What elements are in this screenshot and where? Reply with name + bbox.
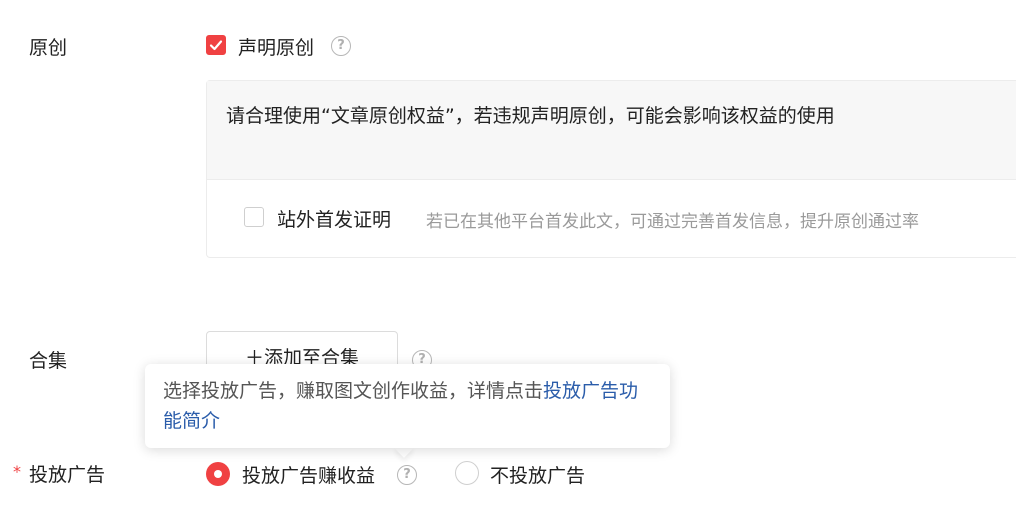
tooltip-text: 选择投放广告，赚取图文创作收益，详情点击 xyxy=(163,380,544,402)
ads-tooltip: 选择投放广告，赚取图文创作收益，详情点击投放广告功能简介 xyxy=(145,364,670,448)
original-notice-panel xyxy=(207,81,1016,180)
ads-off-label[interactable]: 不投放广告 xyxy=(490,461,585,488)
required-mark: * xyxy=(13,462,21,481)
declare-original-label[interactable]: 声明原创 xyxy=(238,33,314,60)
offsite-proof-checkbox[interactable] xyxy=(244,207,264,227)
ads-on-radio[interactable] xyxy=(206,462,230,486)
check-icon xyxy=(209,40,223,51)
ads-help-icon[interactable]: ? xyxy=(397,465,417,485)
ads-off-radio[interactable] xyxy=(455,461,479,485)
original-label: 原创 xyxy=(29,37,68,59)
declare-original-help-icon[interactable]: ? xyxy=(331,36,351,56)
ads-on-label[interactable]: 投放广告赚收益 xyxy=(242,461,375,488)
collection-label: 合集 xyxy=(29,350,68,372)
declare-original-checkbox[interactable] xyxy=(206,35,226,55)
offsite-proof-hint: 若已在其他平台首发此文，可通过完善首发信息，提升原创通过率 xyxy=(426,212,919,232)
offsite-proof-label[interactable]: 站外首发证明 xyxy=(277,205,391,232)
ads-label: 投放广告 xyxy=(29,464,106,486)
original-notice-text: 请合理使用“文章原创权益”，若违规声明原创，可能会影响该权益的使用 xyxy=(226,105,835,127)
